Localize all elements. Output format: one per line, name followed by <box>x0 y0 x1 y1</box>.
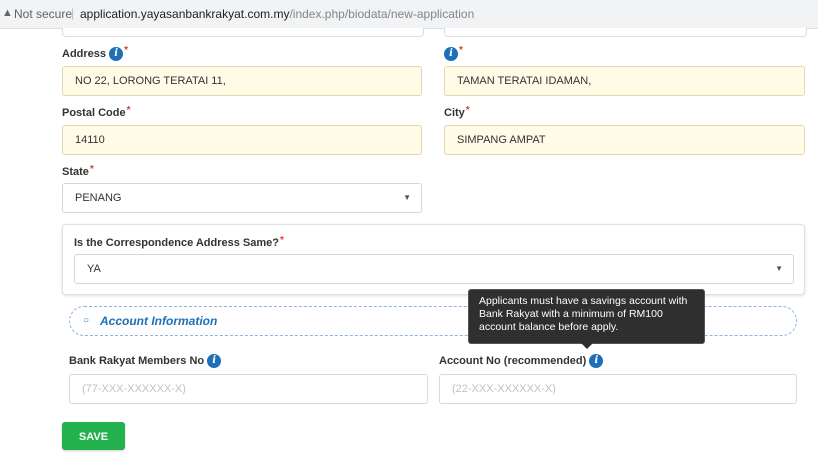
correspondence-label: Is the Correspondence Address Same? <box>74 237 279 249</box>
url-path: /index.php/biodata/new-application <box>289 7 475 21</box>
postal-code-field[interactable]: 14110 <box>62 125 422 155</box>
url-text[interactable]: application.yayasanbankrakyat.com.my/ind… <box>80 7 474 21</box>
tooltip-text: Applicants must have a savings account w… <box>479 295 688 333</box>
url-separator: | <box>71 6 75 20</box>
address-line1-field[interactable]: NO 22, LORONG TERATAI 11, <box>62 66 422 96</box>
tooltip-arrow <box>581 343 593 349</box>
state-label-group: State* <box>62 164 94 178</box>
postal-code-label: Postal Code <box>62 107 126 119</box>
postal-code-label-group: Postal Code* <box>62 105 131 119</box>
members-no-field[interactable] <box>69 374 428 404</box>
state-label: State <box>62 166 89 178</box>
security-label[interactable]: Not secure <box>14 7 72 21</box>
chevron-down-icon: ▼ <box>775 264 783 273</box>
account-no-field[interactable] <box>439 374 797 404</box>
correspondence-label-group: Is the Correspondence Address Same?* <box>74 235 284 249</box>
required-mark: * <box>459 45 463 56</box>
correspondence-card: Is the Correspondence Address Same?* YA … <box>62 224 805 295</box>
account-information-title: Account Information <box>100 314 218 328</box>
required-mark: * <box>465 105 470 116</box>
address-line2-info-icon[interactable]: i <box>444 47 458 61</box>
address-line2-field[interactable]: TAMAN TERATAI IDAMAN, <box>444 66 805 96</box>
url-host: application.yayasanbankrakyat.com.my <box>80 7 290 21</box>
address-line2-label-group: i * <box>444 45 463 61</box>
account-no-label-group: Account No (recommended) i <box>439 354 604 368</box>
previous-field-left <box>62 28 424 37</box>
city-label-group: City* <box>444 105 470 119</box>
members-no-label: Bank Rakyat Members No <box>69 354 205 367</box>
browser-address-bar[interactable]: ▲ Not secure | application.yayasanbankra… <box>0 0 818 29</box>
members-no-info-icon[interactable]: i <box>207 354 222 368</box>
correspondence-select-value: YA <box>87 263 101 275</box>
bullet-icon: ○ <box>83 315 90 326</box>
members-no-label-group: Bank Rakyat Members No i <box>69 354 222 368</box>
city-label: City <box>444 107 465 119</box>
address-info-icon[interactable]: i <box>109 47 124 61</box>
account-no-input[interactable] <box>452 375 784 403</box>
save-button[interactable]: SAVE <box>62 422 125 450</box>
account-no-tooltip: Applicants must have a savings account w… <box>468 289 705 349</box>
correspondence-select[interactable]: YA ▼ <box>74 254 794 284</box>
required-mark: * <box>124 45 128 56</box>
state-select-value: PENANG <box>75 192 122 204</box>
required-mark: * <box>280 235 284 246</box>
address-label-group: Address i * <box>62 45 128 61</box>
previous-field-right <box>444 28 807 37</box>
account-no-label: Account No (recommended) <box>439 354 587 367</box>
required-mark: * <box>126 105 131 116</box>
members-no-input[interactable] <box>82 375 415 403</box>
state-select[interactable]: PENANG ▼ <box>62 183 422 213</box>
address-label: Address <box>62 47 107 60</box>
account-no-info-icon[interactable]: i <box>589 354 604 368</box>
chevron-down-icon: ▼ <box>403 193 411 202</box>
city-field[interactable]: SIMPANG AMPAT <box>444 125 805 155</box>
required-mark: * <box>89 164 94 175</box>
warning-icon[interactable]: ▲ <box>2 7 13 19</box>
